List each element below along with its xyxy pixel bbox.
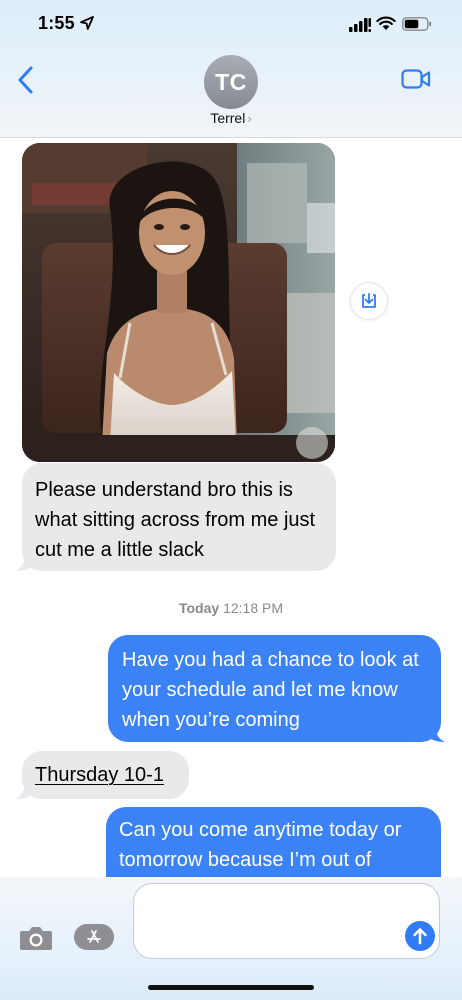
wifi-icon — [376, 16, 396, 30]
status-time: 1:55 — [38, 13, 75, 33]
chevron-right-icon: › — [247, 111, 252, 126]
incoming-message[interactable]: Please understand bro this is what sitti… — [22, 463, 336, 571]
save-photo-button[interactable] — [350, 282, 388, 320]
message-text: Please understand bro this is what sitti… — [35, 479, 316, 561]
conversation-header: 1:55 TC Terrel › — [0, 0, 462, 138]
message-text: Thursday 10-1 — [35, 764, 164, 786]
timestamp-time: 12:18 PM — [223, 600, 284, 616]
timestamp-day: Today — [178, 600, 220, 616]
bubble-tail — [16, 550, 34, 571]
cellular-signal-icon — [349, 18, 371, 32]
battery-icon — [402, 17, 432, 31]
outgoing-message[interactable]: Have you had a chance to look at your sc… — [108, 635, 441, 742]
contact-name: Terrel — [210, 110, 246, 126]
contact-avatar[interactable]: TC — [204, 55, 258, 109]
home-indicator[interactable] — [148, 985, 314, 990]
message-input[interactable] — [133, 883, 440, 959]
download-icon — [362, 293, 376, 308]
location-arrow-icon — [80, 16, 94, 30]
app-store-icon — [87, 930, 101, 943]
bubble-tail — [16, 778, 34, 799]
message-text: Can you come anytime today or tomorrow b… — [119, 819, 402, 871]
timestamp: Today 12:18 PM — [0, 600, 462, 616]
photo-image — [22, 143, 335, 462]
video-call-button[interactable] — [401, 68, 431, 90]
incoming-photo-message[interactable] — [22, 143, 335, 462]
message-text: Have you had a chance to look at your sc… — [122, 649, 419, 731]
back-button[interactable] — [14, 64, 40, 96]
app-store-button[interactable] — [74, 924, 114, 950]
incoming-message[interactable]: Thursday 10-1 — [22, 751, 189, 799]
bubble-tail — [427, 721, 445, 742]
arrow-up-icon — [413, 928, 427, 945]
send-button[interactable] — [405, 921, 435, 951]
camera-button[interactable] — [19, 925, 53, 951]
contact-name-button[interactable]: Terrel › — [0, 110, 462, 126]
